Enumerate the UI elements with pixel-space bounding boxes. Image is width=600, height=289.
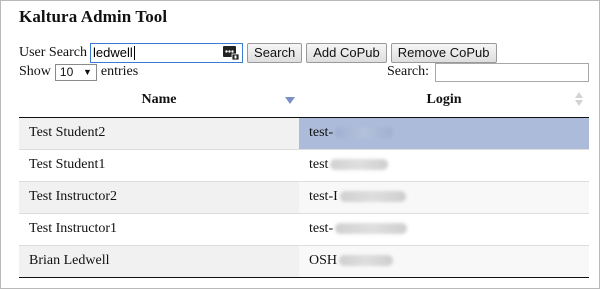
redacted-text (339, 191, 406, 203)
entries-select[interactable]: 10 ▼ (54, 63, 97, 81)
filter-label: Search: (387, 64, 429, 79)
cell-name: Test Instructor1 (19, 212, 299, 245)
sort-descending-icon (285, 97, 295, 104)
table-row[interactable]: Test Student2 test- (19, 116, 589, 149)
cell-login: test- (299, 116, 589, 149)
user-search-label: User Search (19, 44, 88, 60)
cell-login: OSH (299, 244, 589, 278)
table-row[interactable]: Test Instructor2 test-I (19, 180, 589, 213)
remove-copub-button[interactable]: Remove CoPub (390, 42, 497, 63)
users-table: Name Login Test Student2 test- Test Stud… (19, 84, 589, 278)
table-header-row: Name Login (19, 84, 589, 118)
page-title: Kaltura Admin Tool (19, 7, 168, 26)
column-header-login[interactable]: Login (299, 84, 589, 118)
text-caret (133, 45, 135, 60)
login-visible-text: OSH (309, 253, 338, 268)
cell-name: Test Student2 (19, 116, 299, 149)
table-row[interactable]: Test Instructor1 test- (19, 212, 589, 245)
chevron-down-icon: ▼ (82, 67, 92, 77)
cell-login: test- (299, 212, 589, 245)
column-header-name-label: Name (141, 92, 177, 108)
sort-unsorted-icon (575, 92, 585, 108)
redacted-text (339, 255, 394, 267)
user-search-value: ledwell (93, 45, 133, 60)
cell-login: test (299, 148, 589, 181)
redacted-text (330, 159, 389, 171)
column-header-login-label: Login (426, 92, 462, 108)
cell-name: Test Student1 (19, 148, 299, 181)
filter-input[interactable] (434, 62, 589, 82)
login-visible-text: test-I (309, 189, 338, 204)
add-copub-button[interactable]: Add CoPub (306, 42, 387, 63)
cell-name: Test Instructor2 (19, 180, 299, 213)
login-visible-text: test (309, 157, 329, 172)
entries-label: entries (100, 64, 139, 79)
redacted-text (335, 223, 408, 235)
column-header-name[interactable]: Name (19, 84, 299, 118)
table-row[interactable]: Test Student1 test (19, 148, 589, 181)
cell-login: test-I (299, 180, 589, 213)
entries-select-value: 10 (59, 65, 74, 79)
page-length-control: Show 10 ▼ entries (19, 63, 138, 81)
admin-tool-window: Kaltura Admin Tool User Search ledwell S… (0, 0, 600, 289)
cell-name: Brian Ledwell (19, 244, 299, 278)
login-visible-text: test- (309, 221, 334, 236)
show-label: Show (19, 64, 51, 79)
user-search-input[interactable]: ledwell (90, 42, 244, 63)
search-button[interactable]: Search (247, 42, 303, 63)
table-filter: Search: (387, 62, 589, 82)
password-manager-icon[interactable] (223, 45, 240, 60)
user-search-bar: User Search ledwell Search Add CoPub Rem… (19, 42, 497, 63)
table-row[interactable]: Brian Ledwell OSH (19, 244, 589, 278)
redacted-text (335, 127, 394, 139)
login-visible-text: test- (309, 125, 334, 140)
